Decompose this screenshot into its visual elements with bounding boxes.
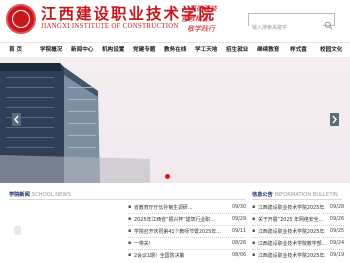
- nav-style[interactable]: 样式盘: [290, 45, 307, 53]
- nav-students[interactable]: 学工天地: [195, 45, 217, 53]
- page: 江西建设职业技术学院 JIANGXI INSTITUTE OF CONSTRUC…: [0, 0, 350, 263]
- notice-item[interactable]: ▪ 江西建设职业技术学院2025年... 09/25: [252, 227, 344, 236]
- nav-party[interactable]: 党建专题: [133, 45, 155, 53]
- notice-title: 信息公告: [252, 192, 273, 198]
- motto-line-2: 善教精业: [181, 15, 209, 23]
- news-divider: [9, 199, 245, 200]
- motto-line-3: 敬学践行: [187, 25, 215, 33]
- notice-item[interactable]: ▪ 江西建设职业技术学院教学部... 09/24: [252, 239, 344, 248]
- notice-item[interactable]: ▪ 江西建设职业技术学院2025年... 09/28: [252, 203, 344, 212]
- search-icon[interactable]: [324, 15, 333, 30]
- news-item[interactable]: ▪ 2会议1期！全国防决策 08/06: [128, 251, 246, 260]
- news-thumbnail[interactable]: [14, 226, 21, 235]
- news-section-title[interactable]: 学院新闻 SCHOOL NEWS: [9, 191, 71, 198]
- search-box: [248, 13, 335, 34]
- search-input[interactable]: [249, 22, 323, 34]
- motto-line-1: 厚德强技: [189, 5, 217, 13]
- college-seal-icon[interactable]: [6, 4, 36, 34]
- nav-news[interactable]: 新闻中心: [71, 45, 93, 53]
- news-item[interactable]: ▪ 学院召开庆祝第41个教师节暨2025年... 09/11: [128, 227, 246, 236]
- motto: 厚德强技 善教精业 敬学践行: [175, 5, 247, 37]
- nav-home[interactable]: 首 页: [9, 45, 22, 53]
- nav-departments[interactable]: 机构设置: [102, 45, 124, 53]
- college-name-en: JIANGXI INSTITUTE OF CONSTRUCTION: [41, 23, 179, 30]
- nav-academic[interactable]: 教务在线: [164, 45, 186, 53]
- news-item[interactable]: ▪ 一带关！ 08/26: [128, 239, 246, 248]
- carousel-next-button[interactable]: [330, 113, 339, 126]
- campus-building-image: [0, 63, 150, 183]
- nav-admissions[interactable]: 招生就业: [226, 45, 248, 53]
- banner-carousel: [0, 57, 350, 183]
- site-header: 江西建设职业技术学院 JIANGXI INSTITUTE OF CONSTRUC…: [0, 0, 350, 42]
- notice-divider: [252, 199, 342, 200]
- chevron-right-icon: [332, 115, 337, 124]
- notice-section-title[interactable]: 信息公告 INFORMATION BULLETIN: [252, 191, 338, 198]
- news-title: 学院新闻: [9, 192, 30, 198]
- notice-item[interactable]: ▪ 关于开展“2025 年网络安全... 09/26: [252, 215, 344, 224]
- notice-item[interactable]: ▪ 江西建设职业技术学院2025年... 09/19: [252, 251, 344, 260]
- nav-culture[interactable]: 校园文化: [320, 45, 342, 53]
- notice-subtitle: INFORMATION BULLETIN: [274, 192, 338, 198]
- news-subtitle: SCHOOL NEWS: [31, 192, 71, 198]
- carousel-prev-button[interactable]: [12, 113, 21, 126]
- news-item[interactable]: ▪ 2025年江西省“振兴杯”建筑行业职... 09/29: [128, 215, 246, 224]
- nav-about[interactable]: 学院概况: [40, 45, 62, 53]
- chevron-left-icon: [14, 115, 19, 124]
- main-nav: 首 页 学院概况 新闻中心 机构设置 党建专题 教务在线 学工天地 招生就业 继…: [0, 42, 350, 56]
- news-item[interactable]: ▪ 省教育厅厅长孙菊生调研... 09/30: [128, 203, 246, 212]
- carousel-dot-active[interactable]: [165, 174, 170, 179]
- nav-continuing[interactable]: 继续教育: [257, 45, 279, 53]
